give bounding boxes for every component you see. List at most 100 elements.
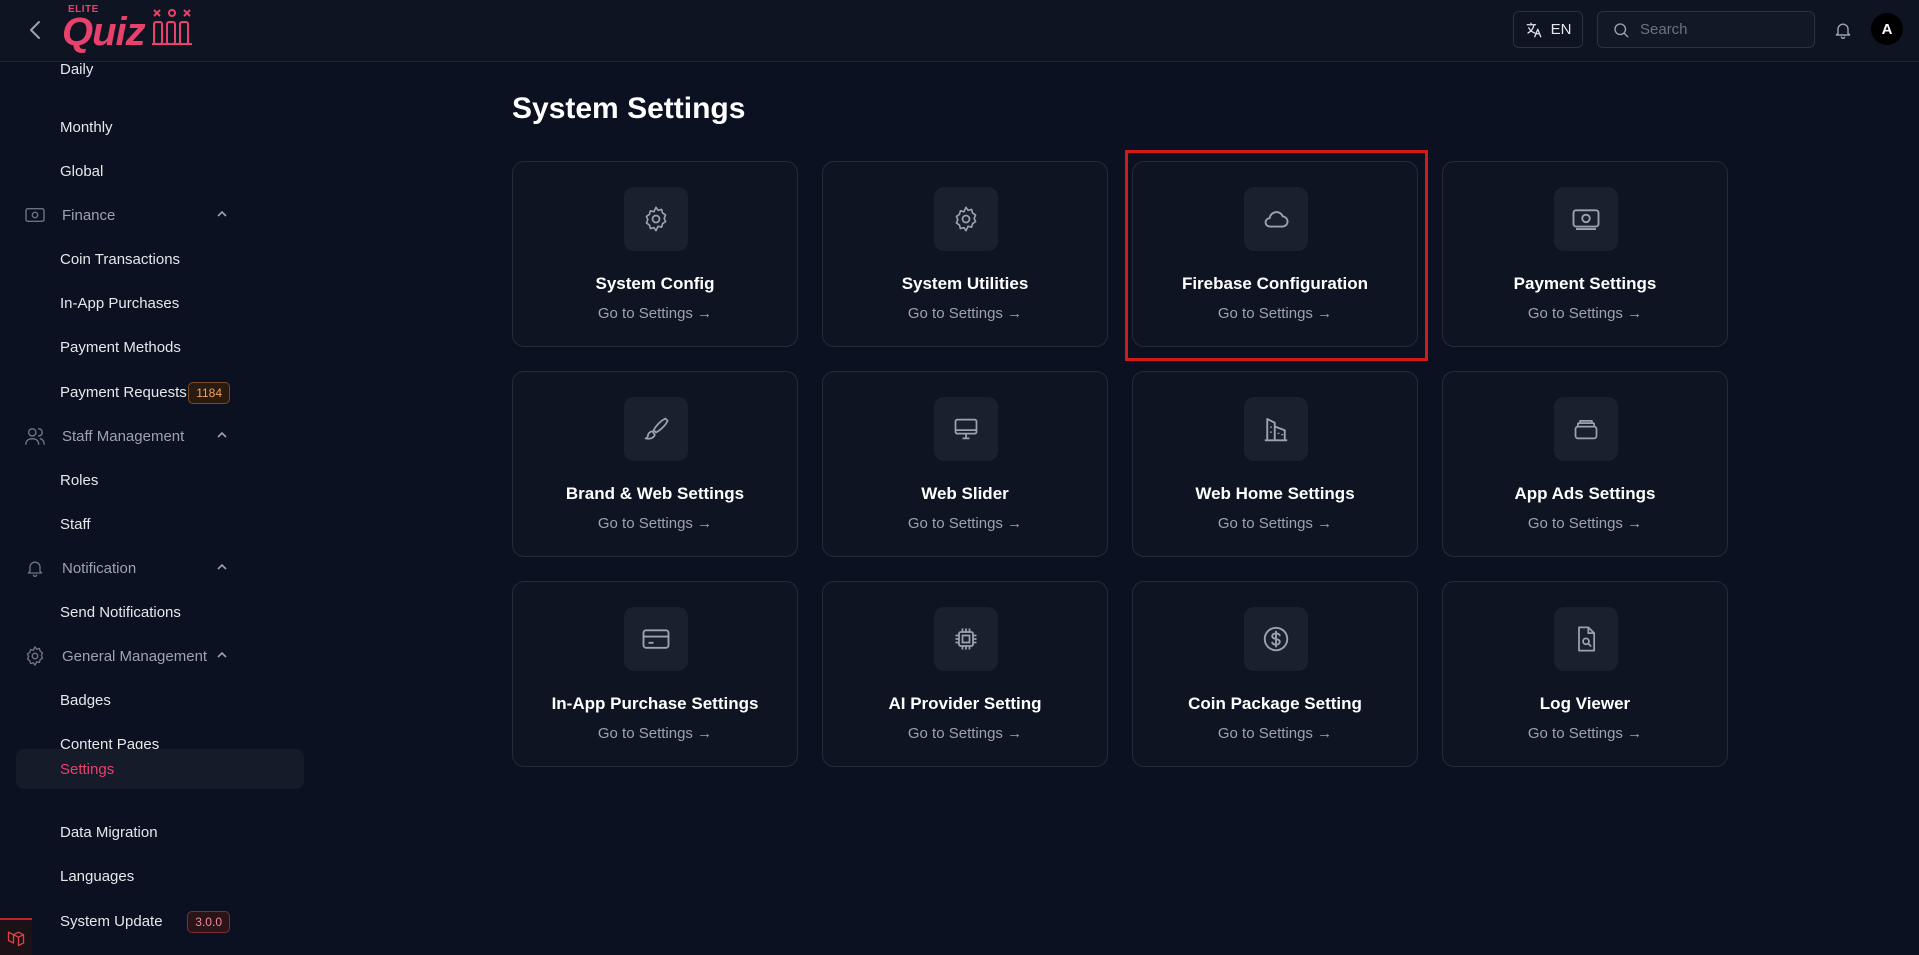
sidebar-item-data-migration[interactable]: Data Migration xyxy=(16,812,304,852)
settings-card-payment-settings[interactable]: Payment Settings Go to Settings → xyxy=(1442,161,1728,347)
debugbar-icon[interactable] xyxy=(0,918,32,955)
settings-card-app-ads-settings[interactable]: App Ads Settings Go to Settings → xyxy=(1442,371,1728,557)
card-icon-box xyxy=(1554,397,1618,461)
sidebar-group-notification[interactable]: Notification xyxy=(16,548,304,588)
logo[interactable]: ELITE Quiz xyxy=(62,2,192,58)
card-link[interactable]: Go to Settings → xyxy=(823,725,1107,742)
sidebar-item-label: Roles xyxy=(60,471,99,489)
chevron-up-icon xyxy=(217,651,227,658)
card-icon-box xyxy=(1244,187,1308,251)
card-link[interactable]: Go to Settings → xyxy=(1133,725,1417,742)
settings-card-brand-web-settings[interactable]: Brand & Web Settings Go to Settings → xyxy=(512,371,798,557)
settings-card-log-viewer[interactable]: Log Viewer Go to Settings → xyxy=(1442,581,1728,767)
sidebar-group-general-management[interactable]: General Management xyxy=(16,636,304,676)
sidebar-item-roles[interactable]: Roles xyxy=(16,460,304,500)
search-input[interactable] xyxy=(1640,21,1800,38)
sidebar-item-global[interactable]: Global xyxy=(16,151,304,191)
card-link[interactable]: Go to Settings → xyxy=(513,305,797,322)
sidebar-group-finance[interactable]: Finance xyxy=(16,195,304,235)
sidebar-item-label: In-App Purchases xyxy=(60,294,180,312)
card-link[interactable]: Go to Settings → xyxy=(1133,515,1417,532)
card-link[interactable]: Go to Settings → xyxy=(513,725,797,742)
card-icon-box xyxy=(1244,397,1308,461)
sidebar-group-label: General Management xyxy=(62,647,208,665)
notification-bell-icon[interactable] xyxy=(1830,17,1856,43)
sidebar-item-monthly[interactable]: Monthly xyxy=(16,107,304,147)
search-box[interactable] xyxy=(1597,11,1815,48)
card-title: Brand & Web Settings xyxy=(565,484,745,503)
card-link[interactable]: Go to Settings → xyxy=(1133,305,1417,322)
sidebar-item-payment-requests[interactable]: Payment Requests 1184 xyxy=(16,372,304,412)
sidebar-item-label: Badges xyxy=(60,691,111,709)
cloud-icon xyxy=(1264,211,1289,228)
settings-card-coin-package-setting[interactable]: Coin Package Setting Go to Settings → xyxy=(1132,581,1418,767)
settings-card-system-config[interactable]: System Config Go to Settings → xyxy=(512,161,798,347)
card-icon-box xyxy=(1554,607,1618,671)
card-link[interactable]: Go to Settings → xyxy=(1443,515,1727,532)
sidebar-group-label: Staff Management xyxy=(62,427,185,445)
card-title: Web Home Settings xyxy=(1195,484,1355,503)
card-icon-box xyxy=(624,187,688,251)
sidebar-item-label: Staff xyxy=(60,515,91,533)
gear-icon xyxy=(955,206,977,232)
sidebar-item-badges[interactable]: Badges xyxy=(16,680,304,720)
sidebar-item-in-app-purchases[interactable]: In-App Purchases xyxy=(16,283,304,323)
card-link[interactable]: Go to Settings → xyxy=(1443,725,1727,742)
sidebar-item-staff[interactable]: Staff xyxy=(16,504,304,544)
card-title: Log Viewer xyxy=(1539,694,1631,713)
monitor-icon xyxy=(954,418,978,440)
card-title: App Ads Settings xyxy=(1514,484,1656,503)
sidebar-item-coin-transactions[interactable]: Coin Transactions xyxy=(16,239,304,279)
sidebar-item-label: System Update xyxy=(60,912,163,930)
sidebar-item-payment-methods[interactable]: Payment Methods xyxy=(16,327,304,367)
sidebar-item-send-notifications[interactable]: Send Notifications xyxy=(16,592,304,632)
card-icon-box xyxy=(934,607,998,671)
card-link[interactable]: Go to Settings → xyxy=(1443,305,1727,322)
card-title: Coin Package Setting xyxy=(1188,694,1362,713)
money-icon xyxy=(1572,209,1600,230)
card-icon-box xyxy=(1554,187,1618,251)
card-icon-box xyxy=(934,397,998,461)
sidebar-item-label: Monthly xyxy=(60,118,113,136)
sidebar-item-settings[interactable]: Settings xyxy=(16,749,304,789)
card-link[interactable]: Go to Settings → xyxy=(823,305,1107,322)
logo-quiz-text: Quiz xyxy=(62,10,146,54)
card-title: System Config xyxy=(595,274,715,293)
card-title: System Utilities xyxy=(901,274,1029,293)
users-icon xyxy=(25,428,45,445)
card-link[interactable]: Go to Settings → xyxy=(823,515,1107,532)
chevron-up-icon xyxy=(217,210,227,217)
settings-card-web-home-settings[interactable]: Web Home Settings Go to Settings → xyxy=(1132,371,1418,557)
sidebar-item-system-update[interactable]: System Update 3.0.0 xyxy=(16,901,304,941)
settings-card-system-utilities[interactable]: System Utilities Go to Settings → xyxy=(822,161,1108,347)
card-icon-box xyxy=(624,397,688,461)
language-label: EN xyxy=(1550,21,1572,38)
sidebar-item-daily[interactable]: Daily xyxy=(16,63,304,89)
language-button[interactable]: EN xyxy=(1513,11,1583,48)
sidebar-item-label: Daily xyxy=(60,63,94,78)
card-link[interactable]: Go to Settings → xyxy=(513,515,797,532)
settings-card-ai-provider-setting[interactable]: AI Provider Setting Go to Settings → xyxy=(822,581,1108,767)
bell-icon xyxy=(27,561,43,577)
sidebar-item-label: Global xyxy=(60,162,104,180)
logo-chess-icon xyxy=(152,9,192,45)
settings-card-in-app-purchase-settings[interactable]: In-App Purchase Settings Go to Settings … xyxy=(512,581,798,767)
card-title: AI Provider Setting xyxy=(888,694,1042,713)
avatar[interactable]: A xyxy=(1871,13,1903,45)
version-badge: 3.0.0 xyxy=(187,911,230,933)
count-badge: 1184 xyxy=(188,382,230,404)
chevron-up-icon xyxy=(217,563,227,570)
gear-icon xyxy=(26,646,44,666)
card-icon-box xyxy=(1244,607,1308,671)
sidebar-group-staff-management[interactable]: Staff Management xyxy=(16,416,304,456)
sidebar-item-label: Payment Methods xyxy=(60,338,181,356)
back-chevron-icon[interactable] xyxy=(22,17,48,43)
sidebar-item-languages[interactable]: Languages xyxy=(16,856,304,896)
settings-card-web-slider[interactable]: Web Slider Go to Settings → xyxy=(822,371,1108,557)
credit-card-icon xyxy=(642,629,670,649)
settings-card-firebase-configuration[interactable]: Firebase Configuration Go to Settings → xyxy=(1132,161,1418,347)
sidebar-item-label: Coin Transactions xyxy=(60,250,181,268)
card-title: Payment Settings xyxy=(1513,274,1657,293)
page-title: System Settings xyxy=(512,92,746,125)
sidebar-group-label: Notification xyxy=(62,559,137,577)
